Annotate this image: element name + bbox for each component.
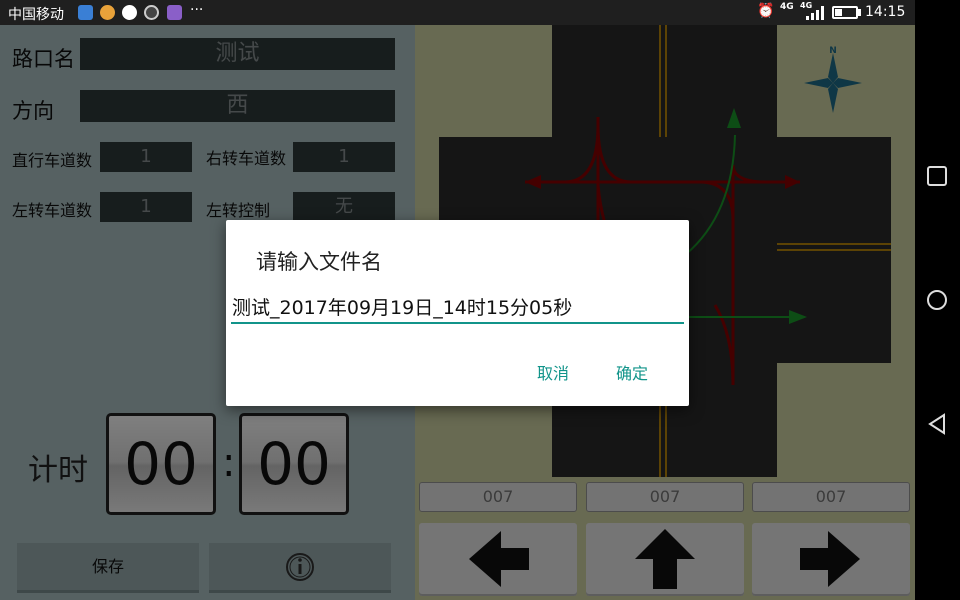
cancel-button[interactable]: 取消	[537, 360, 569, 384]
status-clock: 14:15	[865, 4, 906, 20]
back-icon[interactable]	[926, 413, 948, 435]
app-icon	[167, 5, 182, 20]
signal-icon	[806, 6, 824, 20]
camera-icon	[144, 5, 159, 20]
network-type-1: 4G	[780, 2, 794, 12]
qq-icon	[122, 5, 137, 20]
confirm-button[interactable]: 确定	[616, 360, 648, 384]
navigation-bar	[915, 0, 960, 600]
more-notifications-icon: ···	[190, 2, 204, 18]
filename-input[interactable]	[231, 290, 684, 324]
battery-icon	[832, 6, 858, 19]
browser-icon	[78, 5, 93, 20]
carrier-name: 中国移动	[8, 7, 64, 23]
alarm-icon: ⏰	[757, 3, 775, 19]
dialog-title: 请输入文件名	[256, 250, 382, 274]
home-icon[interactable]	[926, 289, 948, 311]
weibo-icon	[100, 5, 115, 20]
recent-apps-icon[interactable]	[926, 165, 948, 187]
filename-dialog: 请输入文件名 取消 确定	[226, 220, 689, 406]
status-bar: 中国移动 ··· ⏰ 4G 4G 14:15	[0, 0, 915, 25]
